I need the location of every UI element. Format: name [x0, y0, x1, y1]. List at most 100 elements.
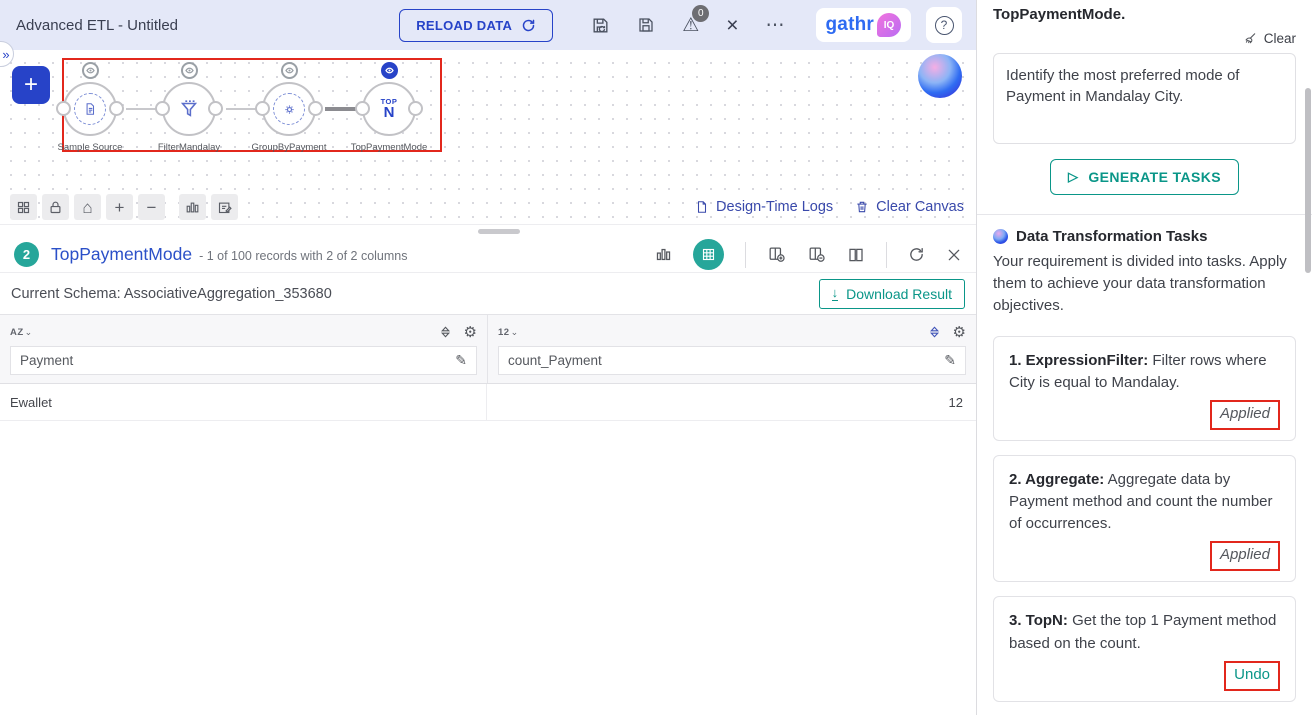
- node-top-payment-mode[interactable]: TOP N TopPaymentMode: [341, 62, 437, 153]
- node-filter-mandalay[interactable]: FilterMandalay: [141, 62, 237, 153]
- clear-prompt-link[interactable]: Clear: [1242, 31, 1296, 46]
- output-port[interactable]: [408, 101, 423, 116]
- close-panel-icon[interactable]: [946, 247, 962, 263]
- gathr-iq-logo[interactable]: gathr IQ: [816, 8, 912, 42]
- node-sample-source[interactable]: Sample Source: [42, 62, 138, 153]
- notes-button[interactable]: [211, 194, 238, 220]
- trash-icon: [855, 199, 869, 215]
- more-options-icon[interactable]: ⋯: [766, 14, 786, 37]
- requirement-input[interactable]: Identify the most preferred mode of Paym…: [993, 53, 1296, 144]
- download-result-button[interactable]: ↓ Download Result: [819, 279, 965, 309]
- input-port[interactable]: [355, 101, 370, 116]
- sort-icon[interactable]: [439, 325, 452, 339]
- clear-canvas-link[interactable]: Clear Canvas: [855, 199, 964, 215]
- iq-badge: IQ: [877, 13, 901, 37]
- node-label: FilterMandalay: [158, 142, 220, 153]
- watch-toggle-icon[interactable]: [281, 62, 298, 79]
- column-header-payment: AZ⌄ ⚙ Payment ✎: [0, 315, 487, 383]
- cell-count-payment: 12: [487, 395, 976, 410]
- page-title: Advanced ETL - Untitled: [16, 17, 178, 34]
- broom-icon: [1242, 31, 1258, 46]
- zoom-in-button[interactable]: +: [106, 194, 133, 220]
- zoom-out-button[interactable]: −: [138, 194, 165, 220]
- table-view-icon-active[interactable]: [693, 239, 724, 270]
- output-port[interactable]: [308, 101, 323, 116]
- table-row[interactable]: Ewallet 12: [0, 384, 976, 421]
- design-time-logs-link[interactable]: Design-Time Logs: [695, 199, 833, 215]
- assistant-orb-icon[interactable]: [918, 54, 962, 98]
- column-settings-icon[interactable]: ⚙: [953, 325, 966, 340]
- pipeline-stats-button[interactable]: [179, 194, 206, 220]
- save-icon[interactable]: [637, 16, 655, 34]
- current-schema-label: Current Schema: AssociativeAggregation_3…: [11, 286, 332, 302]
- column-name-field[interactable]: Payment ✎: [10, 346, 477, 375]
- aggregate-gear-icon: [273, 93, 305, 125]
- node-circle[interactable]: [162, 82, 216, 136]
- generate-tasks-button[interactable]: ▷ GENERATE TASKS: [1050, 159, 1239, 195]
- node-circle[interactable]: [63, 82, 117, 136]
- app-window: Advanced ETL - Untitled RELOAD DATA: [0, 0, 1312, 715]
- remove-column-icon[interactable]: [807, 245, 826, 264]
- annotation-highlight-box: Undo: [1224, 661, 1280, 691]
- refresh-result-icon[interactable]: [908, 246, 925, 263]
- canvas-links: Design-Time Logs Clear Canvas: [695, 199, 964, 215]
- input-port[interactable]: [255, 101, 270, 116]
- reload-data-button[interactable]: RELOAD DATA: [399, 9, 553, 42]
- tasks-section-title: Data Transformation Tasks: [1016, 228, 1207, 245]
- cell-payment: Ewallet: [0, 384, 487, 420]
- grid-view-button[interactable]: [10, 194, 37, 220]
- sidebar-title: TopPaymentMode.: [993, 6, 1296, 23]
- schema-row: Current Schema: AssociativeAggregation_3…: [0, 272, 976, 315]
- divider: [886, 242, 887, 268]
- home-view-button[interactable]: ⌂: [74, 194, 101, 220]
- edit-column-icon[interactable]: ✎: [455, 352, 467, 369]
- node-circle[interactable]: [262, 82, 316, 136]
- help-button[interactable]: ?: [926, 7, 962, 43]
- pipeline-canvas[interactable]: » + Sample Sourc: [0, 50, 976, 224]
- sort-icon-active[interactable]: [928, 325, 941, 339]
- reload-data-label: RELOAD DATA: [416, 18, 512, 33]
- edit-column-icon[interactable]: ✎: [944, 352, 956, 369]
- validation-errors-icon[interactable]: ⚠ 0: [682, 14, 699, 37]
- result-panel-header: 2 TopPaymentMode - 1 of 100 records with…: [0, 237, 976, 272]
- undo-task-link[interactable]: Undo: [1234, 666, 1270, 683]
- compare-columns-icon[interactable]: [847, 246, 865, 264]
- task-card-topn: 3. TopN: Get the top 1 Payment method ba…: [993, 596, 1296, 701]
- topbar-icon-group: ⚠ 0 × ⋯: [591, 14, 785, 37]
- node-label: Sample Source: [58, 142, 123, 153]
- sidebar-scrollbar[interactable]: [1305, 88, 1311, 273]
- task-card-aggregate: 2. Aggregate: Aggregate data by Payment …: [993, 455, 1296, 582]
- annotation-highlight-box: Applied: [1210, 541, 1280, 571]
- output-port[interactable]: [109, 101, 124, 116]
- node-group-by-payment[interactable]: GroupByPayment: [241, 62, 337, 153]
- lock-canvas-button[interactable]: [42, 194, 69, 220]
- string-type-icon: AZ: [10, 327, 24, 338]
- topn-icon: TOP N: [381, 99, 398, 119]
- task-status: Applied: [1220, 405, 1270, 422]
- play-icon: ▷: [1068, 169, 1078, 185]
- records-info: - 1 of 100 records with 2 of 2 columns: [199, 249, 407, 263]
- assistant-sidebar: TopPaymentMode. Clear Identify the most …: [976, 0, 1312, 715]
- resize-handle[interactable]: [478, 229, 520, 234]
- watch-toggle-icon[interactable]: [181, 62, 198, 79]
- close-pipeline-icon[interactable]: ×: [726, 15, 738, 36]
- filter-icon: [178, 98, 200, 120]
- column-name-field[interactable]: count_Payment ✎: [498, 346, 966, 375]
- download-icon: ↓: [832, 286, 839, 301]
- node-circle[interactable]: TOP N: [362, 82, 416, 136]
- input-port[interactable]: [56, 101, 71, 116]
- result-panel-title[interactable]: TopPaymentMode: [51, 244, 192, 265]
- save-version-icon[interactable]: [591, 16, 610, 35]
- top-bar: Advanced ETL - Untitled RELOAD DATA: [0, 0, 976, 50]
- add-column-icon[interactable]: [767, 245, 786, 264]
- column-settings-icon[interactable]: ⚙: [464, 325, 477, 340]
- watch-toggle-icon-active[interactable]: [381, 62, 398, 79]
- watch-toggle-icon[interactable]: [82, 62, 99, 79]
- tasks-orb-icon: [993, 229, 1008, 244]
- dataset-icon: [74, 93, 106, 125]
- input-port[interactable]: [155, 101, 170, 116]
- output-port[interactable]: [208, 101, 223, 116]
- chart-view-icon[interactable]: [655, 246, 672, 263]
- table-header: AZ⌄ ⚙ Payment ✎: [0, 315, 976, 384]
- result-panel-icons: [655, 239, 962, 270]
